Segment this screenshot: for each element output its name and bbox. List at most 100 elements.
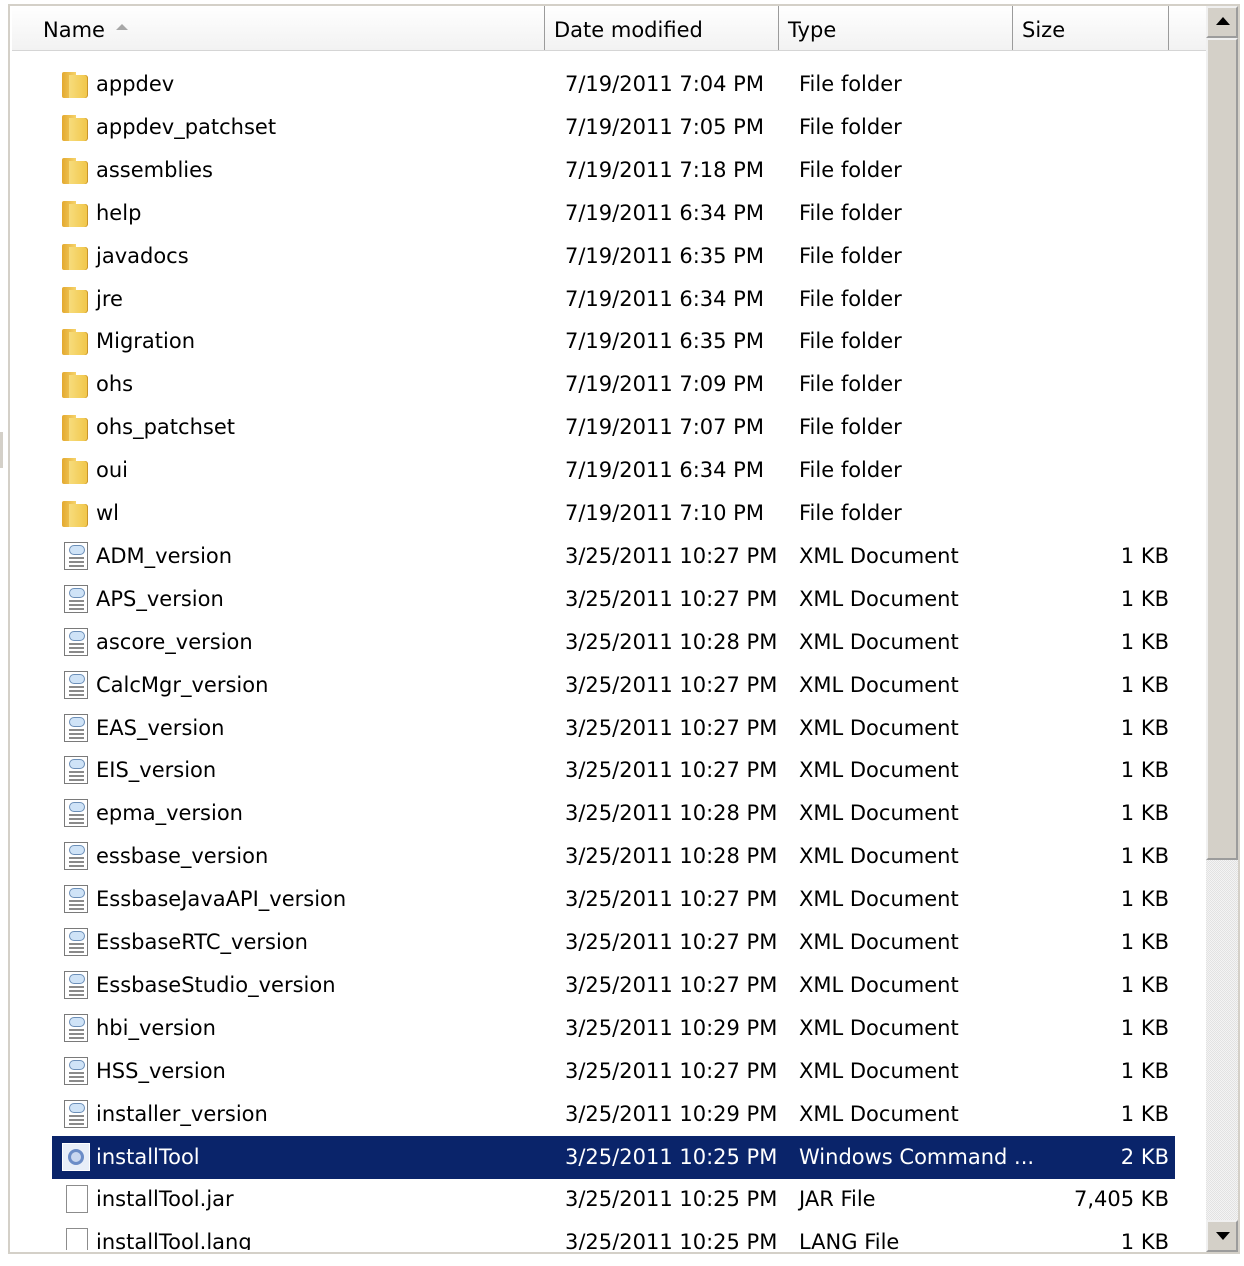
file-name: help [96, 200, 142, 225]
file-row[interactable]: ascore_version 3/25/2011 10:28 PM XML Docu… [52, 621, 1175, 664]
file-name: installTool.jar [96, 1187, 234, 1212]
file-name: Migration [96, 329, 196, 354]
file-row[interactable]: HSS_version 3/25/2011 10:27 PM XML Documen… [52, 1050, 1175, 1093]
file-date-modified: 7/19/2011 6:34 PM [565, 286, 764, 311]
sort-ascending-icon [116, 24, 128, 30]
folder-icon [62, 199, 90, 227]
file-row[interactable]: Migration 7/19/2011 6:35 PM File folder [52, 320, 1175, 363]
file-row[interactable]: help 7/19/2011 6:34 PM File folder [52, 192, 1175, 235]
file-row[interactable]: ADM_version 3/25/2011 10:27 PM XML Documen… [52, 535, 1175, 578]
file-row[interactable]: installTool 3/25/2011 10:25 PM Windows Com… [52, 1135, 1175, 1179]
folder-icon [62, 242, 90, 270]
xml-document-icon [62, 670, 90, 699]
file-row[interactable]: EIS_version 3/25/2011 10:27 PM XML Documen… [52, 749, 1175, 792]
file-type: XML Document [799, 844, 959, 869]
file-row[interactable]: ohs 7/19/2011 7:09 PM File folder [52, 363, 1175, 406]
file-row[interactable]: assemblies 7/19/2011 7:18 PM File folder [52, 149, 1175, 192]
xml-document-icon [62, 1013, 90, 1042]
file-date-modified: 3/25/2011 10:28 PM [565, 801, 778, 826]
file-name: APS_version [96, 586, 224, 611]
file-row[interactable]: epma_version 3/25/2011 10:28 PM XML Docume… [52, 792, 1175, 835]
file-type: File folder [799, 415, 902, 440]
file-size: 1 KB [1120, 672, 1169, 697]
file-row[interactable]: wl 7/19/2011 7:10 PM File folder [52, 492, 1175, 535]
file-row[interactable]: EssbaseRTC_version 3/25/2011 10:27 PM XML … [52, 921, 1175, 964]
file-type: XML Document [799, 1015, 959, 1040]
xml-document-icon [62, 584, 90, 613]
vertical-scrollbar[interactable] [1206, 6, 1238, 1252]
folder-icon [62, 413, 90, 442]
file-date-modified: 7/19/2011 7:09 PM [565, 372, 764, 397]
file-name: ascore_version [96, 629, 253, 654]
file-type: XML Document [799, 1101, 959, 1126]
file-row[interactable]: installTool.jar 3/25/2011 10:25 PM JAR Fil… [52, 1178, 1175, 1221]
column-header-date-label: Date modified [554, 18, 703, 42]
file-type: File folder [799, 329, 902, 354]
folder-icon [62, 456, 90, 485]
scrollbar-thumb[interactable] [1206, 38, 1238, 860]
file-name: appdev_patchset [96, 114, 277, 139]
column-header-name[interactable]: Name [12, 6, 545, 50]
file-row[interactable]: ohs_patchset 7/19/2011 7:07 PM File folder [52, 406, 1175, 449]
column-header-type[interactable]: Type [779, 6, 1013, 50]
file-name: ADM_version [96, 543, 233, 568]
scroll-up-button[interactable] [1206, 6, 1238, 38]
file-date-modified: 3/25/2011 10:29 PM [565, 1015, 778, 1040]
file-name: EssbaseStudio_version [96, 972, 336, 997]
file-list: appdev 7/19/2011 7:04 PM File folder appdev… [12, 50, 1206, 1250]
xml-document-icon [62, 970, 90, 999]
file-name: wl [96, 501, 120, 525]
scroll-down-button[interactable] [1206, 1220, 1238, 1252]
file-row[interactable]: EAS_version 3/25/2011 10:27 PM XML Documen… [52, 707, 1175, 750]
xml-document-icon [62, 756, 90, 785]
file-date-modified: 3/25/2011 10:25 PM [565, 1187, 778, 1212]
file-size: 1 KB [1120, 1230, 1169, 1250]
folder-icon [62, 327, 90, 356]
column-header-size[interactable]: Size [1013, 6, 1169, 50]
file-size: 1 KB [1120, 1101, 1169, 1126]
file-date-modified: 3/25/2011 10:28 PM [565, 629, 778, 654]
command-script-icon [62, 1142, 90, 1171]
folder-icon [62, 499, 90, 527]
file-row[interactable]: essbase_version 3/25/2011 10:28 PM XML Doc… [52, 835, 1175, 878]
file-row[interactable]: javadocs 7/19/2011 6:35 PM File folder [52, 235, 1175, 278]
file-row[interactable]: appdev 7/19/2011 7:04 PM File folder [52, 63, 1175, 106]
file-date-modified: 7/19/2011 7:10 PM [565, 501, 764, 525]
file-date-modified: 3/25/2011 10:29 PM [565, 1101, 778, 1126]
file-name: ohs [96, 372, 134, 397]
file-size: 1 KB [1120, 543, 1169, 568]
file-name: oui [96, 458, 128, 483]
file-row[interactable]: jre 7/19/2011 6:34 PM File folder [52, 278, 1175, 321]
file-date-modified: 7/19/2011 6:35 PM [565, 243, 764, 268]
file-name: EssbaseRTC_version [96, 930, 308, 954]
file-row[interactable]: APS_version 3/25/2011 10:27 PM XML Documen… [52, 578, 1175, 621]
file-type: XML Document [799, 801, 959, 826]
file-date-modified: 3/25/2011 10:25 PM [565, 1144, 778, 1169]
file-row[interactable]: installer_version 3/25/2011 10:29 PM XML D… [52, 1093, 1175, 1136]
file-name: HSS_version [96, 1058, 226, 1083]
file-row[interactable]: appdev_patchset 7/19/2011 7:05 PM File fol… [52, 106, 1175, 149]
file-row[interactable]: EssbaseStudio_version 3/25/2011 10:27 PM X… [52, 964, 1175, 1007]
file-date-modified: 3/25/2011 10:27 PM [565, 715, 778, 740]
file-date-modified: 7/19/2011 6:34 PM [565, 200, 764, 225]
file-date-modified: 7/19/2011 7:18 PM [565, 157, 764, 182]
file-row[interactable]: oui 7/19/2011 6:34 PM File folder [52, 449, 1175, 492]
file-date-modified: 3/25/2011 10:27 PM [565, 672, 778, 697]
file-icon [62, 1228, 90, 1250]
file-name: appdev [96, 72, 175, 96]
file-size: 1 KB [1120, 801, 1169, 826]
file-row[interactable]: CalcMgr_version 3/25/2011 10:27 PM XML Doc… [52, 664, 1175, 707]
file-type: XML Document [799, 672, 959, 697]
file-name: hbi_version [96, 1015, 216, 1040]
file-date-modified: 7/19/2011 6:34 PM [565, 458, 764, 483]
file-row[interactable]: EssbaseJavaAPI_version 3/25/2011 10:27 PM… [52, 878, 1175, 921]
xml-document-icon [62, 1099, 90, 1128]
xml-document-icon [62, 885, 90, 914]
file-size: 1 KB [1120, 758, 1169, 783]
file-type: XML Document [799, 1058, 959, 1083]
file-row[interactable]: hbi_version 3/25/2011 10:29 PM XML Documen… [52, 1007, 1175, 1050]
folder-icon [62, 370, 90, 399]
file-row[interactable]: installTool.lang 3/25/2011 10:25 PM LANG F… [52, 1221, 1175, 1250]
file-size: 1 KB [1120, 930, 1169, 954]
column-header-date-modified[interactable]: Date modified [545, 6, 779, 50]
